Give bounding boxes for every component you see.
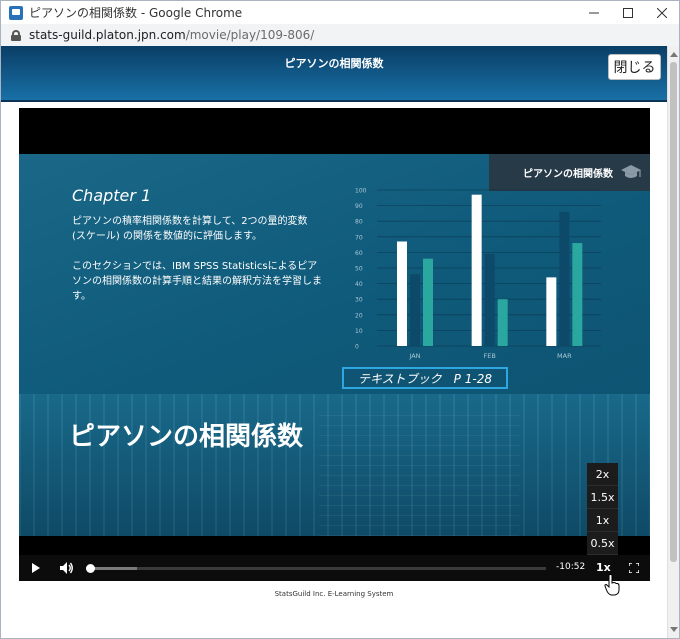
url-host: stats-guild.platon.jpn.com [29, 28, 186, 42]
app-icon [9, 5, 23, 20]
page-content: ピアソンの相関係数 閉じる ピアソンの相関係数 Chapter 1 ピアソンの積… [0, 46, 680, 639]
y-tick-label: 100 [355, 188, 367, 195]
y-tick-label: 40 [355, 281, 363, 288]
close-window-button[interactable] [645, 1, 679, 25]
y-tick-label: 20 [355, 312, 363, 319]
playback-speed-menu[interactable]: 2x 1.5x 1x 0.5x [587, 463, 618, 555]
progress-handle[interactable] [86, 564, 95, 573]
maximize-button[interactable] [611, 1, 645, 25]
hand-cursor-icon [604, 574, 620, 596]
play-icon[interactable] [32, 563, 40, 573]
y-tick-label: 60 [355, 250, 363, 257]
address-bar[interactable]: stats-guild.platon.jpn.com/movie/play/10… [0, 24, 680, 46]
speed-option-0-5x[interactable]: 0.5x [587, 532, 618, 555]
chart-bar [572, 243, 583, 346]
page-scrollbar[interactable] [667, 46, 679, 638]
speed-option-2x[interactable]: 2x [587, 463, 618, 486]
chart-bar [559, 211, 570, 346]
x-tick-label: MAR [557, 352, 572, 360]
video-frame: ピアソンの相関係数 Chapter 1 ピアソンの積率相関係数を計算して、2つの… [19, 154, 650, 536]
url-text[interactable]: stats-guild.platon.jpn.com/movie/play/10… [29, 28, 314, 42]
graduation-cap-icon [621, 165, 641, 178]
y-tick-label: 70 [355, 234, 363, 241]
chart-bar [410, 274, 420, 346]
url-path: /movie/play/109-806/ [185, 28, 315, 42]
playback-rate-button[interactable]: 1x [596, 561, 611, 574]
speed-option-1x[interactable]: 1x [587, 509, 618, 532]
slide-main-title: ピアソンの相関係数 [69, 422, 304, 452]
progress-bar[interactable] [86, 564, 546, 573]
time-remaining: -10:52 [556, 562, 586, 572]
x-tick-label: FEB [484, 352, 496, 360]
speed-option-1-5x[interactable]: 1.5x [587, 486, 618, 509]
y-tick-label: 90 [355, 203, 363, 210]
minimize-button[interactable] [577, 1, 611, 25]
lock-icon [11, 29, 21, 41]
slide-paragraph-2: このセクションでは、IBM SPSS Statisticsによるピアソンの相関係… [72, 261, 322, 302]
page-title: ピアソンの相関係数 [284, 57, 384, 70]
window-title: ピアソンの相関係数 - Google Chrome [29, 6, 243, 20]
chart-bar [397, 241, 407, 346]
y-tick-label: 50 [355, 266, 363, 273]
chart-bar [546, 277, 557, 346]
volume-icon[interactable] [60, 562, 74, 574]
page-footer: StatsGuild Inc. E-Learning System [274, 590, 394, 598]
chart-bar [497, 299, 508, 346]
slide-description: ピアソンの積率相関係数を計算して、2つの量的変数 (スケール) の関係を数値的に… [72, 214, 322, 304]
y-tick-label: 80 [355, 219, 363, 226]
minimize-icon [589, 12, 599, 14]
window-titlebar: ピアソンの相関係数 - Google Chrome [0, 0, 680, 24]
y-tick-label: 10 [355, 328, 363, 335]
video-player[interactable]: ピアソンの相関係数 Chapter 1 ピアソンの積率相関係数を計算して、2つの… [19, 108, 650, 581]
maximize-icon [623, 8, 633, 18]
close-icon [657, 8, 667, 18]
close-button[interactable]: 閉じる [608, 54, 661, 80]
chart-bar [423, 258, 433, 346]
bar-chart: 0 10 20 30 40 50 60 70 80 90 100 JAN FEB MAR [355, 188, 601, 360]
building-background [319, 414, 519, 536]
chapter-heading: Chapter 1 [72, 186, 152, 205]
scroll-thumb[interactable] [670, 62, 677, 562]
fullscreen-icon[interactable] [629, 563, 639, 573]
chart-bar [471, 194, 482, 346]
y-tick-label: 0 [355, 344, 359, 351]
scroll-down-icon[interactable] [670, 627, 678, 632]
scroll-up-icon[interactable] [670, 52, 678, 57]
slide-paragraph-1: ピアソンの積率相関係数を計算して、2つの量的変数 (スケール) の関係を数値的に… [72, 216, 308, 242]
textbook-reference: テキストブック P 1-28 [342, 367, 508, 389]
page-header: ピアソンの相関係数 閉じる [1, 46, 667, 102]
slide-badge-text: ピアソンの相関係数 [523, 169, 613, 180]
chart-bar [484, 253, 495, 346]
y-tick-label: 30 [355, 297, 363, 304]
player-controls: -10:52 1x [19, 555, 650, 581]
x-tick-label: JAN [408, 352, 420, 360]
window-controls [577, 1, 679, 25]
